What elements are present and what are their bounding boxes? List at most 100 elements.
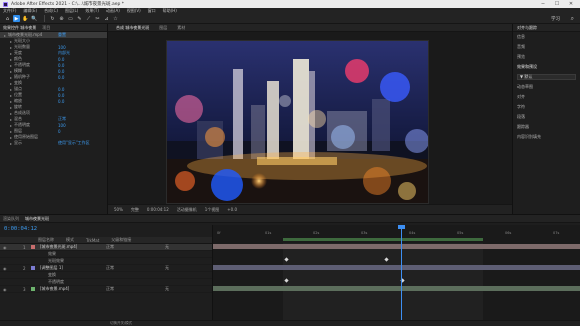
panel-item-paragraph[interactable]: 段落 [513, 112, 580, 122]
visibility-eye-icon[interactable]: ◉ [3, 287, 7, 292]
tab-composition[interactable]: 合成 城市夜景光斑 [116, 25, 149, 31]
layer-row[interactable]: ◉ 2 [调整图层 1] 正常 无 [0, 265, 212, 272]
timeline-timecode[interactable]: 0:00:04:12 [4, 226, 37, 232]
layer-3-duration-bar[interactable] [213, 286, 580, 291]
maximize-button[interactable]: ☐ [550, 1, 564, 7]
expand-triangle-icon[interactable]: ▸ [10, 69, 12, 74]
minimize-button[interactable]: ─ [536, 1, 550, 7]
layer-name[interactable]: [城市夜景.mp4] [40, 286, 69, 292]
column-header-mode[interactable]: 模式 [66, 237, 74, 243]
expand-triangle-icon[interactable]: ▸ [10, 81, 12, 86]
panel-item-content-aware-fill[interactable]: 内容识别填充 [513, 132, 580, 142]
expand-triangle-icon[interactable]: ▸ [10, 123, 12, 128]
layer-1-duration-bar[interactable] [213, 244, 580, 249]
workspace-label[interactable]: 学习 [551, 16, 560, 22]
zoom-tool-icon[interactable]: 🔍 [31, 15, 38, 22]
expand-triangle-icon[interactable]: ▸ [4, 33, 6, 38]
layer-row[interactable]: 效果 [0, 251, 212, 258]
layer-color-label[interactable] [31, 245, 35, 249]
camera-select[interactable]: 活动摄像机 [177, 207, 197, 213]
zoom-level-select[interactable]: 50% [114, 207, 123, 212]
column-header-parent[interactable]: 父级和链接 [111, 237, 131, 243]
column-header-layer-name[interactable]: 图层名称 [38, 237, 54, 243]
layer-name[interactable]: 变换 [48, 272, 56, 278]
expand-triangle-icon[interactable]: ▸ [10, 129, 12, 134]
time-ruler[interactable]: 0f 01s 02s 03s 04s 05s 06s 07s [213, 231, 580, 237]
panel-item-tracker[interactable]: 跟踪器 [513, 122, 580, 132]
panel-item-preview[interactable]: 预览 [513, 52, 580, 62]
layer-parent[interactable]: 无 [165, 286, 169, 292]
selection-tool-icon[interactable]: ▶ [13, 15, 20, 22]
home-icon[interactable]: ⌂ [4, 15, 11, 22]
expand-triangle-icon[interactable]: ▸ [10, 51, 12, 56]
panel-item-character[interactable]: 字符 [513, 102, 580, 112]
panel-item-audio[interactable]: 音频 [513, 42, 580, 52]
tab-composition-timeline[interactable]: 城市夜景光斑 [25, 216, 49, 222]
expand-triangle-icon[interactable]: ▸ [10, 39, 12, 44]
layer-name[interactable]: 光斑效果 [48, 258, 64, 264]
layer-mode[interactable]: 正常 [106, 244, 114, 250]
search-icon[interactable]: ⌕ [571, 15, 574, 23]
tab-footage[interactable]: 素材 [177, 25, 185, 31]
expand-triangle-icon[interactable]: ▸ [10, 57, 12, 62]
column-header-trkmat[interactable]: TrkMat [86, 238, 99, 243]
composition-frame[interactable] [166, 40, 429, 204]
layer-row[interactable]: ◉ 1 [城市夜景光斑.mp4] 正常 无 [0, 244, 212, 251]
panel-item-motion-sketch[interactable]: 动态草图 [513, 82, 580, 92]
rectangle-tool-icon[interactable]: ▭ [67, 15, 74, 22]
property-value[interactable]: 0.0 [58, 69, 64, 74]
property-row[interactable]: ▸ 显示 使用"显示"工作区 [0, 140, 107, 146]
timeline-tracks[interactable]: 0f 01s 02s 03s 04s 05s 06s 07s [212, 225, 580, 326]
anchor-tool-icon[interactable]: ⊕ [58, 15, 65, 22]
property-value[interactable]: 100 [58, 123, 66, 128]
preset-select[interactable]: ▼ 默认 [517, 74, 576, 80]
toggle-switches-modes[interactable]: 切换开关/模式 [110, 321, 132, 326]
visibility-eye-icon[interactable]: ◉ [3, 266, 7, 271]
property-value[interactable]: 0 [58, 129, 61, 134]
expand-triangle-icon[interactable]: ▸ [10, 117, 12, 122]
layer-name[interactable]: [城市夜景光斑.mp4] [40, 244, 77, 250]
tab-layer[interactable]: 图层 [159, 25, 167, 31]
layer-color-label[interactable] [31, 287, 35, 291]
puppet-tool-icon[interactable]: ☆ [112, 15, 119, 22]
brush-tool-icon[interactable]: ⟋ [85, 15, 92, 22]
expand-triangle-icon[interactable]: ▸ [10, 99, 12, 104]
work-area-bar[interactable] [283, 238, 483, 241]
layer-name[interactable]: 不透明度 [48, 279, 64, 285]
visibility-eye-icon[interactable]: ◉ [3, 245, 7, 250]
expand-triangle-icon[interactable]: ▸ [10, 45, 12, 50]
current-time-display[interactable]: 0:00:04:12 [147, 207, 169, 212]
layer-mode[interactable]: 正常 [106, 265, 114, 271]
layer-row[interactable]: 变换 [0, 272, 212, 279]
property-value[interactable]: 0.0 [58, 99, 64, 104]
panel-item-effects-presets[interactable]: 效果和预设 [513, 62, 580, 72]
layer-row[interactable]: 不透明度 [0, 279, 212, 286]
property-value[interactable]: 100 [58, 45, 66, 50]
eraser-tool-icon[interactable]: ⊿ [103, 15, 110, 22]
view-layout-select[interactable]: 1个视图 [205, 207, 220, 213]
clone-tool-icon[interactable]: ✂ [94, 15, 101, 22]
property-value[interactable]: 0.0 [58, 87, 64, 92]
layer-2-duration-bar[interactable] [213, 265, 580, 270]
property-value[interactable]: 0.0 [58, 93, 64, 98]
layer-row[interactable]: ◉ 3 [城市夜景.mp4] 正常 无 [0, 286, 212, 293]
expand-triangle-icon[interactable]: ▸ [10, 63, 12, 68]
resolution-select[interactable]: 完整 [131, 207, 139, 213]
layer-parent[interactable]: 无 [165, 244, 169, 250]
layer-name[interactable]: 效果 [48, 251, 56, 257]
layer-parent[interactable]: 无 [165, 265, 169, 271]
expand-triangle-icon[interactable]: ▸ [10, 87, 12, 92]
panel-item-info[interactable]: 信息 [513, 32, 580, 42]
hand-tool-icon[interactable]: ✋ [22, 15, 29, 22]
expand-triangle-icon[interactable]: ▸ [10, 105, 12, 110]
expand-triangle-icon[interactable]: ▸ [10, 141, 12, 146]
property-value[interactable]: 0.0 [58, 63, 64, 68]
expand-triangle-icon[interactable]: ▸ [10, 135, 12, 140]
layer-mode[interactable]: 正常 [106, 286, 114, 292]
panel-item-align[interactable]: 对齐 [513, 92, 580, 102]
pen-tool-icon[interactable]: ✎ [76, 15, 83, 22]
close-button[interactable]: ✕ [564, 1, 578, 7]
layer-name[interactable]: [调整图层 1] [40, 265, 63, 271]
tab-project[interactable]: 项目 [42, 25, 50, 31]
layer-color-label[interactable] [31, 266, 35, 270]
